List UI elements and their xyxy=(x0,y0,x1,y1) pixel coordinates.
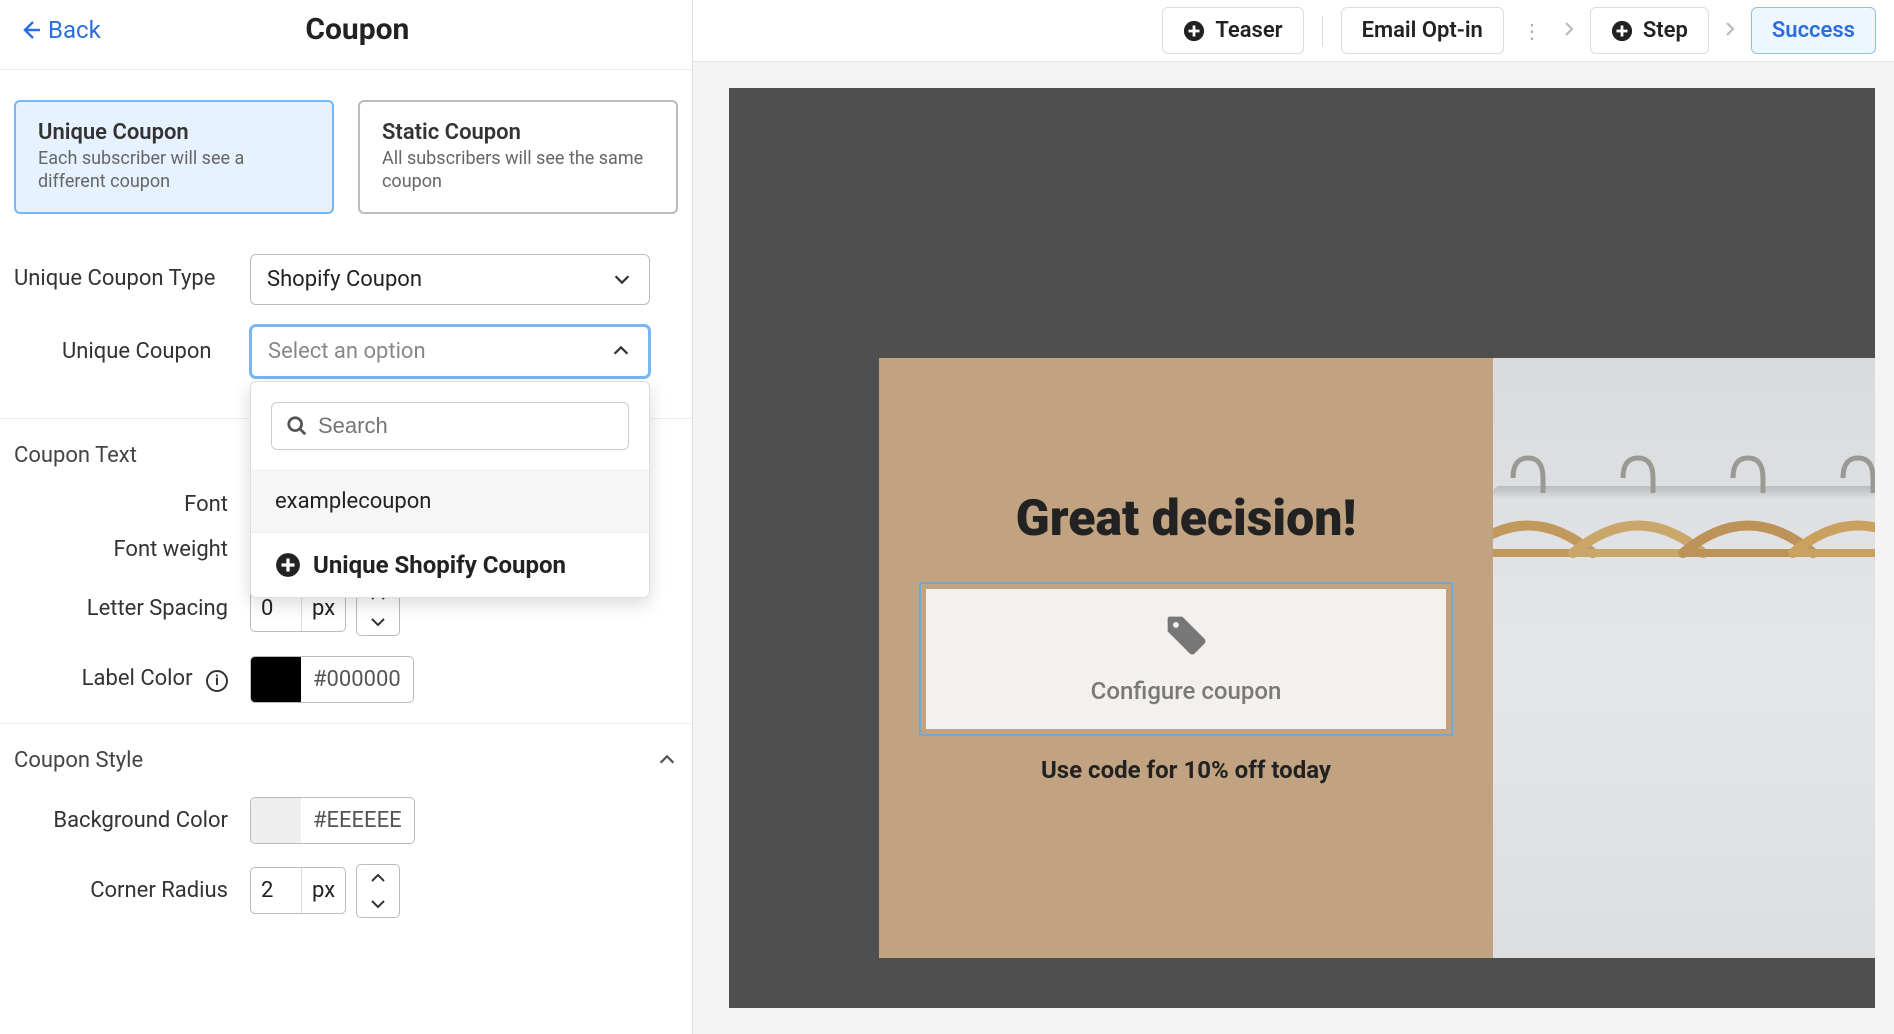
dropdown-search[interactable] xyxy=(271,402,629,450)
coupon-type-unique-title: Unique Coupon xyxy=(38,120,310,145)
unique-coupon-type-value: Shopify Coupon xyxy=(267,267,422,292)
section-coupon-style[interactable]: Coupon Style xyxy=(0,723,692,797)
preview-canvas: Great decision! Configure coupon Use cod… xyxy=(729,88,1875,1008)
unique-coupon-type-label: Unique Coupon Type xyxy=(14,264,250,294)
section-coupon-style-label: Coupon Style xyxy=(14,748,143,773)
corner-radius-unit: px xyxy=(301,868,345,913)
label-color-label: Label Color i xyxy=(14,666,250,692)
stepper-down-icon[interactable] xyxy=(370,891,386,917)
dropdown-search-wrap xyxy=(251,382,649,470)
nav-more-icon[interactable]: ⋮ xyxy=(1516,19,1548,43)
unique-coupon-type-select[interactable]: Shopify Coupon xyxy=(250,254,650,305)
nav-email-optin[interactable]: Email Opt-in xyxy=(1341,7,1504,54)
bg-color-hex[interactable]: #EEEEEE xyxy=(301,798,414,843)
plus-circle-icon xyxy=(1611,20,1633,42)
back-button[interactable]: Back xyxy=(18,16,101,44)
corner-radius-label: Corner Radius xyxy=(14,878,250,903)
row-unique-coupon: Unique Coupon Select an option exampleco… xyxy=(14,325,678,378)
preview-popup[interactable]: Great decision! Configure coupon Use cod… xyxy=(879,358,1493,958)
stepper-down-icon[interactable] xyxy=(370,609,386,635)
info-icon[interactable]: i xyxy=(206,670,228,692)
nav-step[interactable]: Step xyxy=(1590,7,1709,54)
chevron-right-icon xyxy=(1560,20,1578,42)
search-icon xyxy=(286,415,308,437)
bg-color-swatch[interactable] xyxy=(251,798,301,843)
unique-coupon-label: Unique Coupon xyxy=(14,339,250,364)
letter-spacing-label: Letter Spacing xyxy=(14,596,250,621)
bg-color-label: Background Color xyxy=(14,808,250,833)
topnav: Teaser Email Opt-in ⋮ Step Success xyxy=(693,0,1894,62)
font-label: Font xyxy=(14,492,250,517)
unique-coupon-dropdown: examplecoupon Unique Shopify Coupon xyxy=(250,381,650,598)
panel-title: Coupon xyxy=(101,12,614,47)
configure-coupon-text: Configure coupon xyxy=(950,677,1422,705)
coupon-type-static[interactable]: Static Coupon All subscribers will see t… xyxy=(358,100,678,214)
settings-panel: Back Coupon Unique Coupon Each subscribe… xyxy=(0,0,693,1034)
coupon-box: Configure coupon xyxy=(926,589,1446,729)
coupon-type-static-desc: All subscribers will see the same coupon xyxy=(382,147,654,194)
nav-email-optin-label: Email Opt-in xyxy=(1362,18,1483,43)
nav-teaser[interactable]: Teaser xyxy=(1162,7,1303,54)
font-weight-label: Font weight xyxy=(14,537,250,562)
back-arrow-icon xyxy=(18,18,42,42)
nav-success-label: Success xyxy=(1772,18,1855,43)
tag-icon xyxy=(1164,613,1208,661)
label-color-hex[interactable]: #000000 xyxy=(301,657,413,702)
label-color-text: Label Color xyxy=(82,666,193,691)
settings-header: Back Coupon xyxy=(0,0,692,70)
coupon-type-unique[interactable]: Unique Coupon Each subscriber will see a… xyxy=(14,100,334,214)
chevron-up-icon xyxy=(610,340,632,362)
plus-circle-icon xyxy=(275,552,301,578)
unique-coupon-placeholder: Select an option xyxy=(268,339,426,364)
coupon-type-unique-desc: Each subscriber will see a different cou… xyxy=(38,147,310,194)
popup-subtext: Use code for 10% off today xyxy=(919,756,1453,784)
row-corner-radius: Corner Radius 2 px xyxy=(14,864,678,918)
corner-radius-stepper[interactable] xyxy=(356,864,400,918)
row-unique-coupon-type: Unique Coupon Type Shopify Coupon xyxy=(14,254,678,305)
dropdown-option-examplecoupon[interactable]: examplecoupon xyxy=(251,470,649,532)
chevron-down-icon xyxy=(611,268,633,290)
section-coupon-text-label: Coupon Text xyxy=(14,443,137,468)
coupon-type-static-title: Static Coupon xyxy=(382,120,654,145)
dropdown-add-new[interactable]: Unique Shopify Coupon xyxy=(251,532,649,597)
nav-success[interactable]: Success xyxy=(1751,7,1876,54)
stepper-up-icon[interactable] xyxy=(370,865,386,891)
corner-radius-value[interactable]: 2 xyxy=(251,868,301,913)
nav-step-label: Step xyxy=(1643,18,1688,43)
dropdown-search-input[interactable] xyxy=(318,413,614,439)
coupon-type-toggle: Unique Coupon Each subscriber will see a… xyxy=(14,100,678,214)
dropdown-add-label: Unique Shopify Coupon xyxy=(313,551,566,579)
chevron-right-icon xyxy=(1721,20,1739,42)
row-label-color: Label Color i #000000 xyxy=(14,656,678,703)
preview-stage: Great decision! Configure coupon Use cod… xyxy=(693,62,1894,1034)
popup-title: Great decision! xyxy=(919,490,1453,548)
chevron-up-icon xyxy=(656,749,678,771)
nav-teaser-label: Teaser xyxy=(1215,18,1282,43)
nav-separator xyxy=(1322,16,1323,46)
label-color-input[interactable]: #000000 xyxy=(250,656,414,703)
back-label: Back xyxy=(48,16,101,44)
settings-body: Unique Coupon Each subscriber will see a… xyxy=(0,70,692,968)
preview-area: Teaser Email Opt-in ⋮ Step Success Great… xyxy=(693,0,1894,1034)
corner-radius-input[interactable]: 2 px xyxy=(250,864,400,918)
row-bg-color: Background Color #EEEEEE xyxy=(14,797,678,844)
bg-color-input[interactable]: #EEEEEE xyxy=(250,797,415,844)
coupon-box-selection[interactable]: Configure coupon xyxy=(919,582,1453,736)
unique-coupon-select[interactable]: Select an option xyxy=(250,325,650,378)
hangers-svg xyxy=(1493,358,1875,958)
label-color-swatch[interactable] xyxy=(251,657,301,702)
preview-image xyxy=(1493,358,1875,958)
plus-circle-icon xyxy=(1183,20,1205,42)
